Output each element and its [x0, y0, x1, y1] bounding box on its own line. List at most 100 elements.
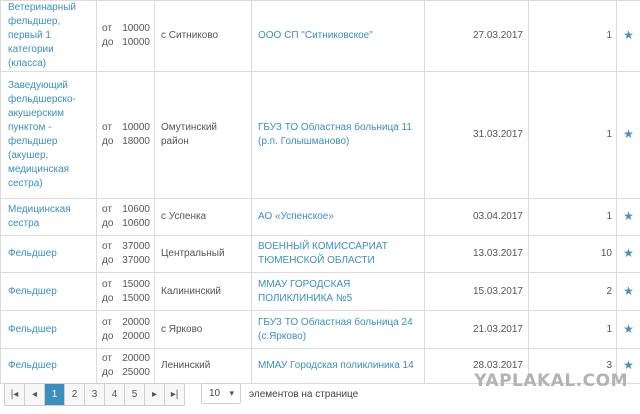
salary-range: от 10600 до 10600 [96, 198, 155, 236]
vacancy-count: 1 [528, 71, 617, 199]
star-icon[interactable]: ★ [623, 284, 634, 298]
position-link[interactable]: Фельдшер [0, 310, 97, 349]
date: 31.03.2017 [424, 71, 529, 199]
page-3-button[interactable]: 3 [85, 384, 105, 405]
table-row: Фельдшер от 15000 до 15000 Калининский ММАУ… [0, 272, 640, 311]
organization-link[interactable]: ВОЕННЫЙ КОМИССАРИАТ ТЮМЕНСКОЙ ОБЛАСТИ [251, 235, 425, 273]
star-icon[interactable]: ★ [623, 322, 634, 336]
salary-from-label: от [102, 204, 112, 215]
salary-range: от 10000 до 18000 [96, 71, 155, 199]
next-page-button[interactable]: ▸ [145, 384, 165, 405]
organization-link[interactable]: АО «Успенское» [251, 198, 425, 236]
salary-from-label: от [102, 241, 112, 252]
vacancy-table: Ветеринарный фельдшер, первый 1 категори… [0, 0, 640, 384]
prev-page-button[interactable]: ◂ [25, 384, 45, 405]
organization-link[interactable]: ГБУЗ ТО Областная больница 24 (с.Ярково) [251, 310, 425, 349]
favorite-cell: ★ [616, 235, 640, 273]
salary-to: 25000 [122, 367, 150, 378]
date: 21.03.2017 [424, 310, 529, 349]
location: с Успенка [154, 198, 252, 236]
favorite-cell: ★ [616, 0, 640, 72]
salary-to: 37000 [122, 255, 150, 266]
organization-link[interactable]: ООО СП "Ситниковское" [251, 0, 425, 72]
date: 27.03.2017 [424, 0, 529, 72]
table-row: Ветеринарный фельдшер, первый 1 категори… [0, 0, 640, 72]
star-icon[interactable]: ★ [623, 358, 634, 372]
salary-from-label: от [102, 353, 112, 364]
date: 15.03.2017 [424, 272, 529, 311]
position-link[interactable]: Фельдшер [0, 348, 97, 384]
date: 03.04.2017 [424, 198, 529, 236]
organization-link[interactable]: ГБУЗ ТО Областная больница 11 (р.п. Голы… [251, 71, 425, 199]
salary-from: 20000 [122, 316, 150, 328]
table-row: Заведующий фельдшерско-акушерским пункто… [0, 71, 640, 199]
position-link[interactable]: Фельдшер [0, 272, 97, 311]
position-link[interactable]: Заведующий фельдшерско-акушерским пункто… [0, 71, 97, 199]
salary-from: 15000 [122, 278, 150, 290]
salary-range: от 15000 до 15000 [96, 272, 155, 311]
table-row: Медицинская сестра от 10600 до 10600 с Успе… [0, 198, 640, 236]
vacancy-count: 10 [528, 235, 617, 273]
page-size-select[interactable]: 10 ▾ [201, 383, 241, 404]
organization-link[interactable]: ММАУ ГОРОДСКАЯ ПОЛИКЛИНИКА №5 [251, 272, 425, 311]
vacancy-count: 1 [528, 0, 617, 72]
chevron-down-icon: ▾ [229, 388, 234, 398]
salary-to-label: до [102, 367, 114, 378]
watermark: YAPLAKAL.COM [474, 371, 628, 391]
location: с Ситниково [154, 0, 252, 72]
salary-from-label: от [102, 278, 112, 290]
salary-from-label: от [102, 23, 112, 34]
favorite-cell: ★ [616, 71, 640, 199]
location: Омутинский район [154, 71, 252, 199]
salary-from: 20000 [122, 353, 150, 364]
page-size-label: элементов на странице [249, 389, 359, 400]
salary-to: 10000 [122, 37, 150, 48]
table-row: Фельдшер от 20000 до 20000 с Ярково ГБУЗ ТО… [0, 310, 640, 349]
vacancy-count: 1 [528, 198, 617, 236]
favorite-cell: ★ [616, 198, 640, 236]
star-icon[interactable]: ★ [623, 28, 634, 42]
salary-from: 10000 [122, 122, 150, 133]
page-5-button[interactable]: 5 [125, 384, 145, 405]
star-icon[interactable]: ★ [623, 209, 634, 223]
salary-to: 18000 [122, 136, 150, 147]
organization-link[interactable]: ММАУ Городская поликлиника 14 [251, 348, 425, 384]
location: Центральный [154, 235, 252, 273]
table-row: Фельдшер от 37000 до 37000 Центральный ВОЕН… [0, 235, 640, 273]
pagination: |◂ ◂ 1 2 3 4 5 ▸ ▸| [4, 383, 185, 406]
salary-to: 10600 [122, 218, 150, 229]
location: Калининский [154, 272, 252, 311]
position-link[interactable]: Медицинская сестра [0, 198, 97, 236]
vacancy-count: 2 [528, 272, 617, 311]
salary-from: 10000 [122, 23, 150, 34]
star-icon[interactable]: ★ [623, 127, 634, 141]
first-page-button[interactable]: |◂ [5, 384, 25, 405]
salary-range: от 10000 до 10000 [96, 0, 155, 72]
salary-to-label: до [102, 136, 114, 147]
salary-to-label: до [102, 218, 114, 229]
salary-range: от 37000 до 37000 [96, 235, 155, 273]
position-link[interactable]: Ветеринарный фельдшер, первый 1 категори… [0, 0, 97, 72]
favorite-cell: ★ [616, 272, 640, 311]
salary-from-label: от [102, 122, 112, 133]
salary-to-label: до [102, 330, 114, 342]
salary-to: 20000 [122, 330, 150, 342]
page-1-button[interactable]: 1 [45, 384, 65, 405]
page-size-value: 10 [209, 388, 221, 399]
salary-from: 10600 [122, 204, 150, 215]
position-link[interactable]: Фельдшер [0, 235, 97, 273]
page-2-button[interactable]: 2 [65, 384, 85, 405]
salary-range: от 20000 до 25000 [96, 348, 155, 384]
page-4-button[interactable]: 4 [105, 384, 125, 405]
salary-to-label: до [102, 255, 114, 266]
favorite-cell: ★ [616, 310, 640, 349]
star-icon[interactable]: ★ [623, 246, 634, 260]
date: 13.03.2017 [424, 235, 529, 273]
location: Ленинский [154, 348, 252, 384]
location: с Ярково [154, 310, 252, 349]
salary-range: от 20000 до 20000 [96, 310, 155, 349]
last-page-button[interactable]: ▸| [165, 384, 184, 405]
salary-from-label: от [102, 316, 112, 328]
salary-to-label: до [102, 37, 114, 48]
salary-to-label: до [102, 292, 114, 304]
